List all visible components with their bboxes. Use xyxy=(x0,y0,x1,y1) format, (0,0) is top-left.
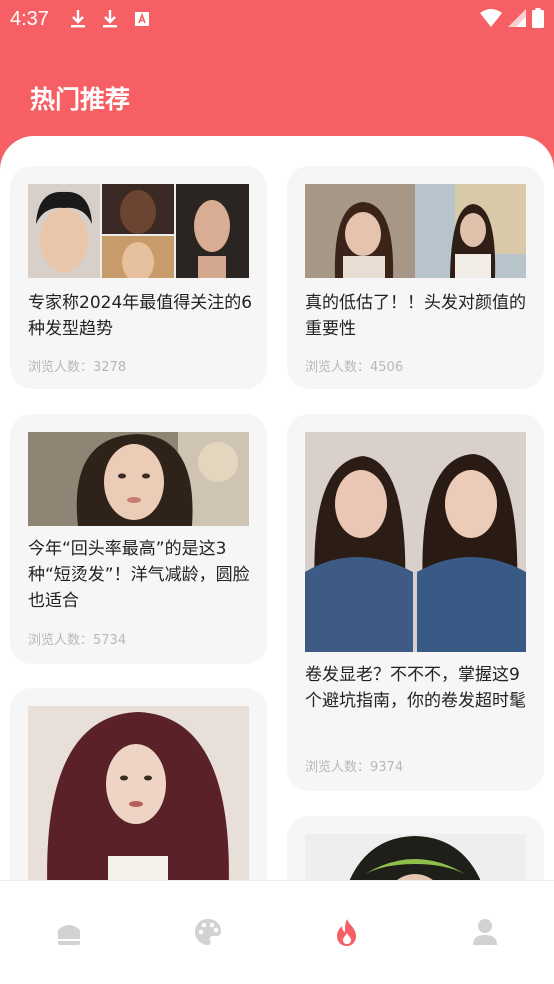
article-thumbnail xyxy=(28,432,249,526)
view-count: 浏览人数：9374 xyxy=(305,760,404,775)
status-time: 4:37 xyxy=(10,7,49,30)
tab-home[interactable] xyxy=(54,917,84,947)
article-thumbnail xyxy=(305,184,526,278)
status-bar: 4:37 xyxy=(0,0,554,38)
feed-content[interactable]: 专家称2024年最值得关注的6种发型趋势 浏览人数：3278 真的低估了！！头发… xyxy=(0,136,554,896)
article-card[interactable]: 专家称2024年最值得关注的6种发型趋势 浏览人数：3278 xyxy=(10,166,267,389)
user-icon xyxy=(473,919,497,945)
article-card[interactable] xyxy=(10,688,267,896)
signal-icon xyxy=(508,9,526,27)
article-title: 专家称2024年最值得关注的6种发型趋势 xyxy=(28,293,253,339)
article-title: 真的低估了！！头发对颜值的重要性 xyxy=(305,293,526,339)
article-title: 今年“回头率最高”的是这3种“短烫发”！洋气减龄，圆脸也适合 xyxy=(28,539,250,611)
fire-icon xyxy=(337,919,356,946)
view-count: 浏览人数：3278 xyxy=(28,360,127,375)
font-icon xyxy=(134,12,149,26)
tab-profile[interactable] xyxy=(470,917,500,947)
view-count: 浏览人数：5734 xyxy=(28,633,127,648)
page-title: 热门推荐 xyxy=(30,85,131,114)
download-icon xyxy=(70,10,85,28)
article-card[interactable]: 真的低估了！！头发对颜值的重要性 浏览人数：4506 xyxy=(287,166,544,389)
palette-icon xyxy=(195,919,221,945)
bottom-tab-bar xyxy=(0,880,554,984)
tab-palette[interactable] xyxy=(193,917,223,947)
battery-icon xyxy=(532,8,544,28)
article-thumbnail xyxy=(305,432,526,652)
wifi-icon xyxy=(480,9,502,27)
article-thumbnail xyxy=(28,706,249,896)
view-count: 浏览人数：4506 xyxy=(305,360,404,375)
home-icon xyxy=(58,925,80,945)
article-card[interactable]: 卷发显老？不不不，掌握这9个避坑指南，你的卷发超时髦 浏览人数：9374 xyxy=(287,414,544,791)
article-card[interactable]: 今年“回头率最高”的是这3种“短烫发”！洋气减龄，圆脸也适合 浏览人数：5734 xyxy=(10,414,267,664)
download-icon xyxy=(102,10,117,28)
tab-hot[interactable] xyxy=(332,917,362,947)
article-thumbnail xyxy=(28,184,249,278)
article-title: 卷发显老？不不不，掌握这9个避坑指南，你的卷发超时髦 xyxy=(305,665,526,711)
